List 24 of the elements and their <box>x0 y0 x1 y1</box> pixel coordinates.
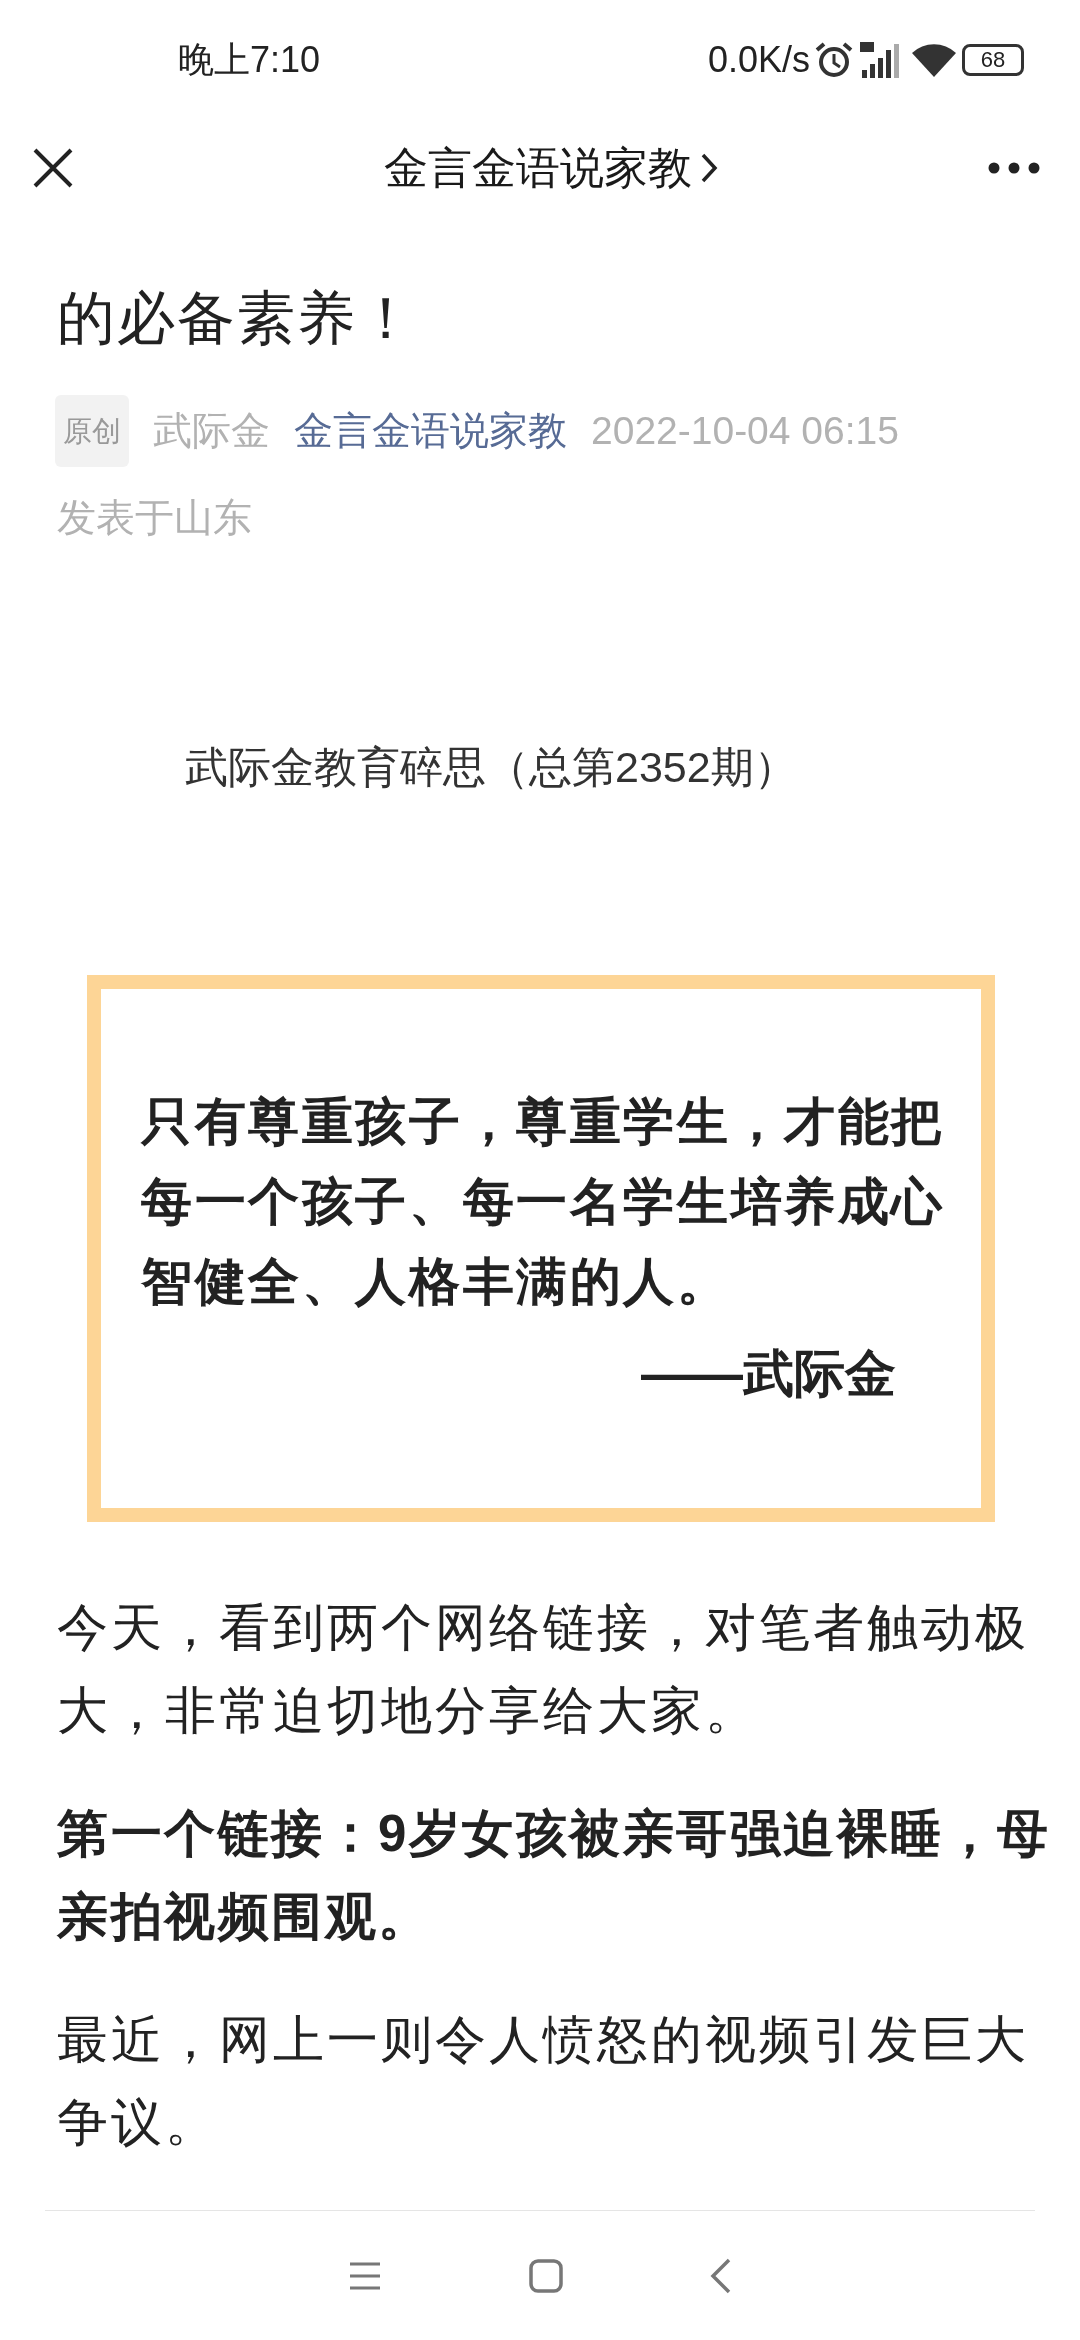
article-title: 的必备素养！ <box>57 284 418 352</box>
body-paragraph: 今天，看到两个网络链接，对笔者触动极大，非常迫切地分享给大家。 <box>57 1598 1030 1741</box>
wifi-icon <box>910 41 958 79</box>
close-icon[interactable] <box>32 146 74 189</box>
body-paragraph: 最近，网上一则令人愤怒的视频引发巨大争议。 <box>57 2010 1030 2153</box>
account-title[interactable]: 金言金语说家教 <box>384 134 692 201</box>
quote-text: 只有尊重孩子，尊重学生，才能把每一个孩子、每一名学生培养成心智健全、人格丰满的人。 <box>141 1092 946 1312</box>
alarm-icon <box>814 41 854 79</box>
publish-location: 发表于山东 <box>57 495 253 540</box>
issue-line: 武际金教育碎思（总第2352期） <box>185 742 798 792</box>
publish-date: 2022-10-04 06:15 <box>591 408 899 454</box>
network-speed: 0.0K/s <box>707 38 810 82</box>
more-icon[interactable] <box>988 161 1040 174</box>
original-tag: 原创 <box>55 395 129 467</box>
bold-heading: 第一个链接：9岁女孩被亲哥强迫裸睡，母亲拍视频围观。 <box>57 1804 1052 1947</box>
battery-icon: 68 <box>962 44 1024 76</box>
quote-attribution: ——武际金 <box>641 1344 897 1404</box>
menu-icon[interactable] <box>348 2260 383 2291</box>
home-icon[interactable] <box>529 2258 563 2293</box>
author-name: 武际金 <box>153 408 270 454</box>
account-link[interactable]: 金言金语说家教 <box>294 401 567 461</box>
status-time: 晚上7:10 <box>178 38 321 82</box>
back-icon[interactable] <box>709 2257 732 2294</box>
chevron-right-icon[interactable] <box>700 151 718 184</box>
